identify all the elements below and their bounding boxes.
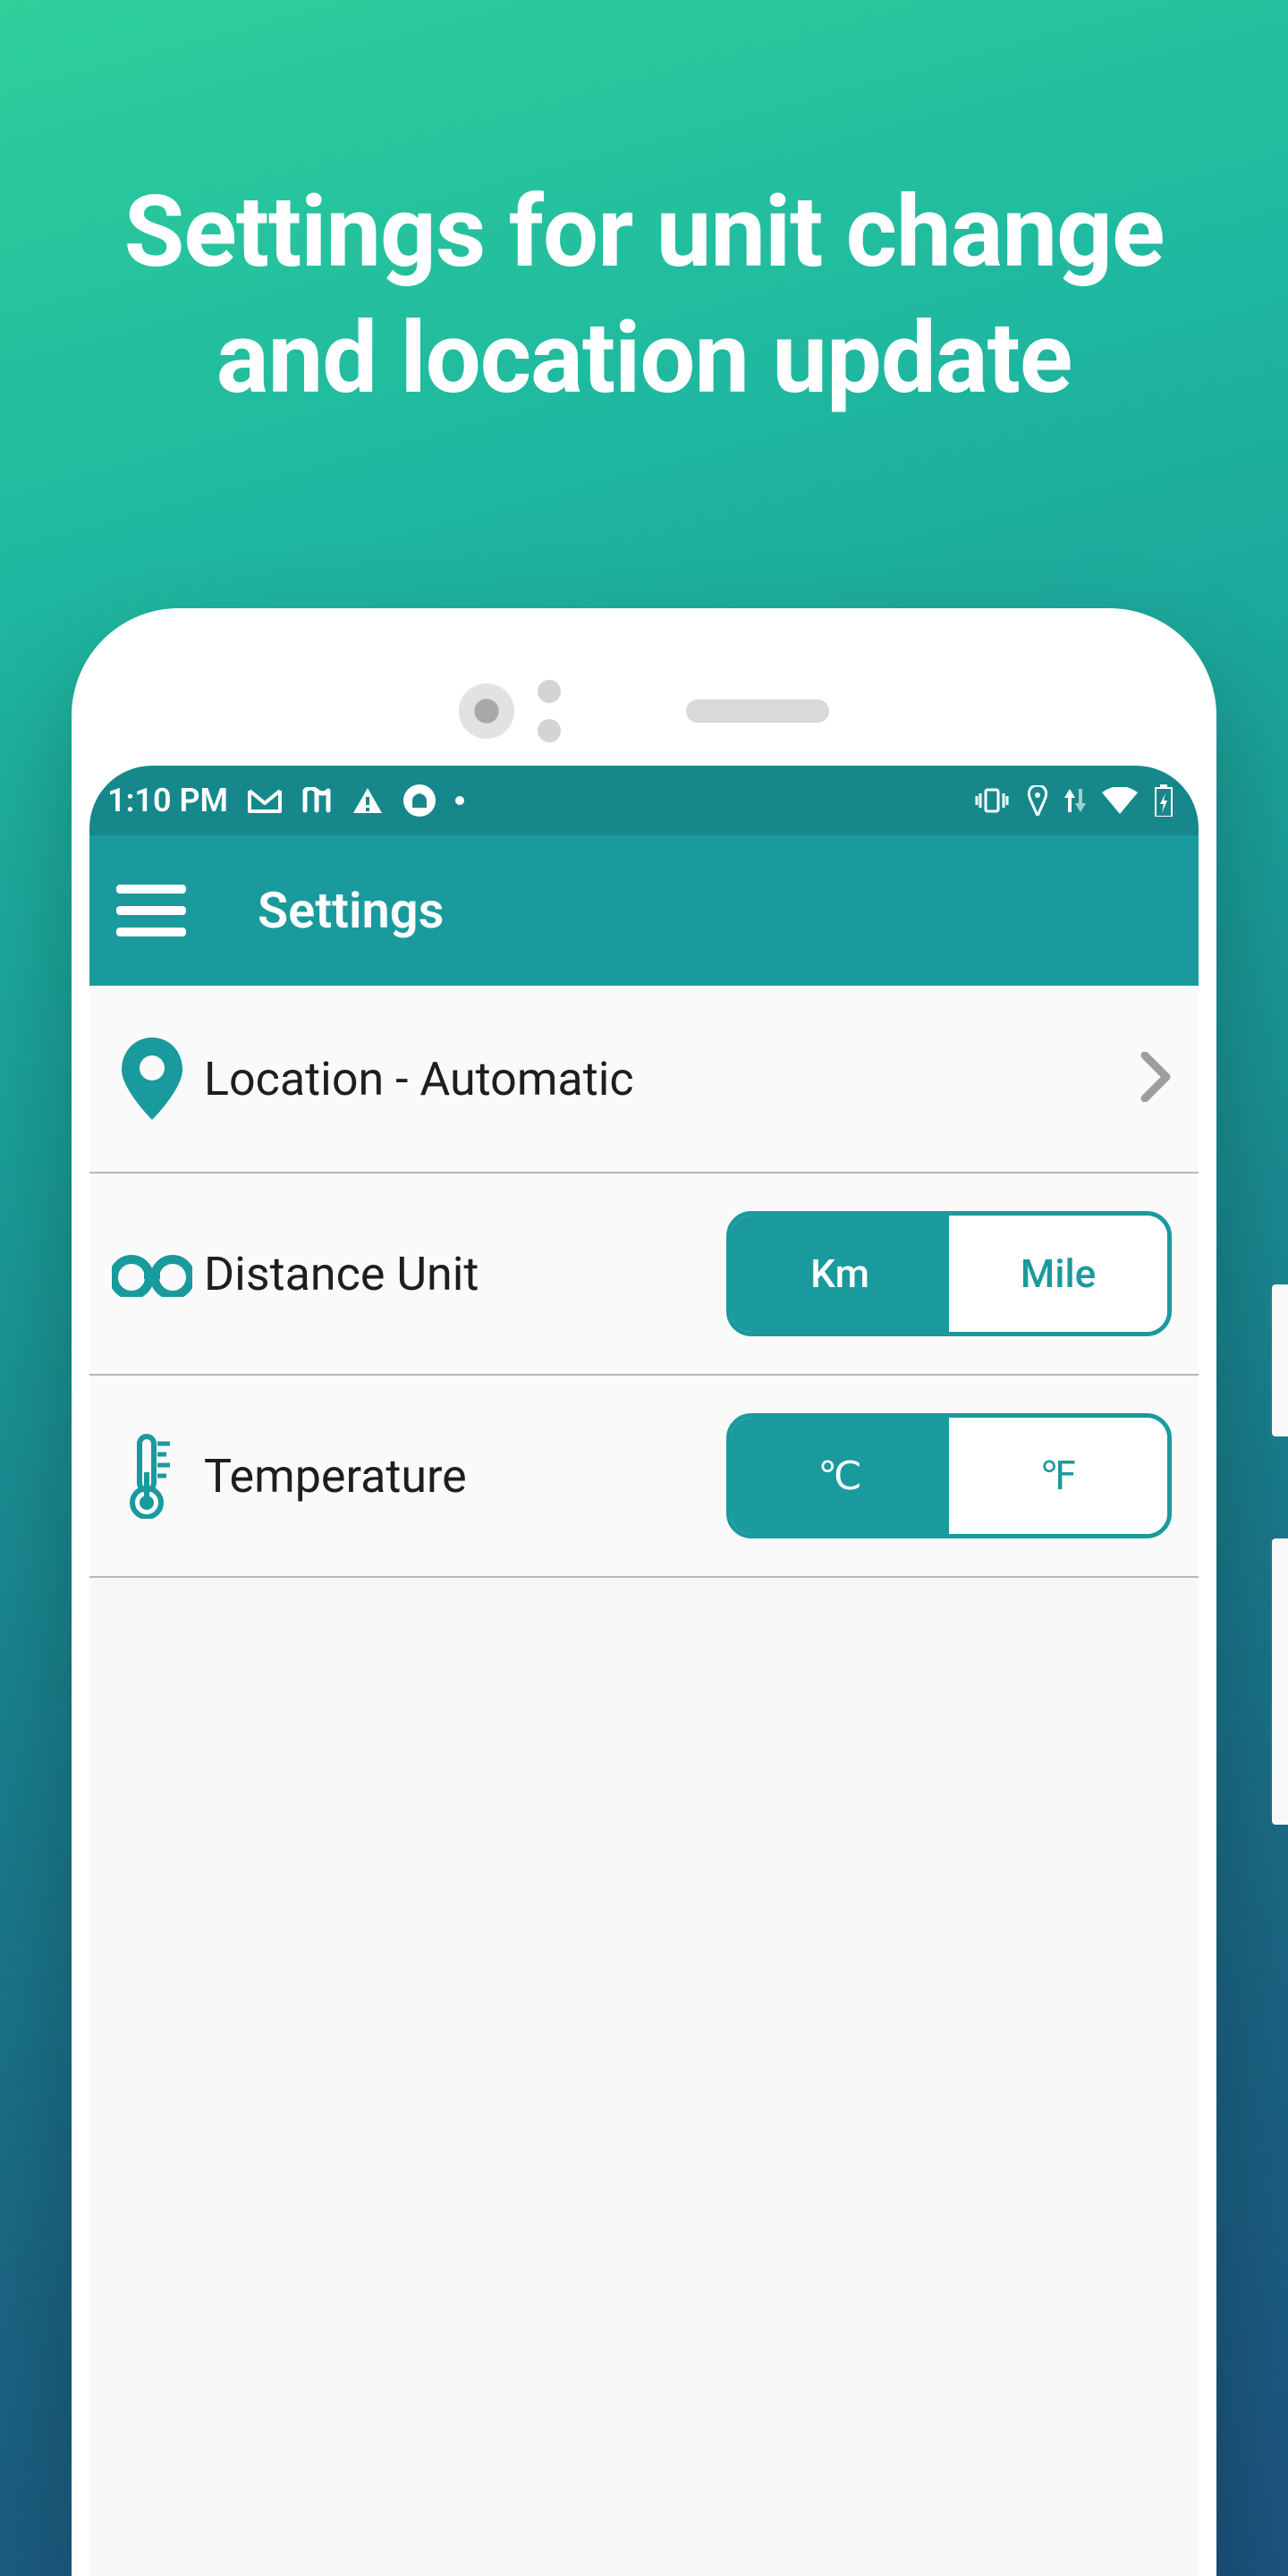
battery-charging-icon xyxy=(1154,784,1174,817)
temperature-toggle: ℃ ℉ xyxy=(726,1413,1172,1538)
page-title: Settings xyxy=(258,881,444,940)
chevron-right-icon xyxy=(1140,1052,1172,1106)
status-left: 1:10 PM xyxy=(98,782,464,819)
distance-unit-row: Distance Unit Km Mile xyxy=(89,1174,1199,1376)
settings-list: Location - Automatic Distance Unit Km Mi… xyxy=(89,986,1199,1578)
distance-mile-option[interactable]: Mile xyxy=(949,1216,1167,1332)
temperature-celsius-option[interactable]: ℃ xyxy=(731,1418,949,1534)
device-speaker xyxy=(686,699,829,723)
device-button-notch xyxy=(1272,1538,1288,1825)
app-bar: Settings xyxy=(89,835,1199,986)
menu-button[interactable] xyxy=(116,885,186,936)
temperature-row: Temperature ℃ ℉ xyxy=(89,1376,1199,1578)
distance-unit-label: Distance Unit xyxy=(204,1247,479,1301)
device-button-notch xyxy=(1272,1284,1288,1436)
device-notch xyxy=(72,680,1216,742)
distance-km-option[interactable]: Km xyxy=(731,1216,949,1332)
binoculars-icon xyxy=(107,1250,197,1297)
promo-headline-line1: Settings for unit change xyxy=(54,170,1234,296)
screen: 1:10 PM xyxy=(89,766,1199,2576)
status-right xyxy=(973,784,1174,817)
status-time: 1:10 PM xyxy=(98,782,228,819)
promo-headline-line2: and location update xyxy=(54,296,1234,422)
gmail-icon xyxy=(248,787,282,814)
device-camera-cluster xyxy=(459,680,561,742)
promo-headline: Settings for unit change and location up… xyxy=(0,170,1288,422)
location-row[interactable]: Location - Automatic xyxy=(89,986,1199,1174)
dot-icon xyxy=(455,796,464,805)
device-camera xyxy=(459,683,514,739)
distance-unit-toggle: Km Mile xyxy=(726,1211,1172,1336)
device-sensor-dots xyxy=(538,680,561,742)
thermometer-icon xyxy=(107,1433,197,1519)
vibrate-icon xyxy=(973,786,1011,815)
warning-icon xyxy=(352,786,384,815)
device-frame: 1:10 PM xyxy=(72,608,1216,2576)
location-label: Location - Automatic xyxy=(204,1052,634,1106)
location-pin-icon xyxy=(107,1038,197,1120)
mosque-icon xyxy=(403,784,436,817)
music-icon xyxy=(301,787,332,814)
status-bar: 1:10 PM xyxy=(89,766,1199,835)
temperature-fahrenheit-option[interactable]: ℉ xyxy=(949,1418,1167,1534)
data-arrows-icon xyxy=(1064,787,1086,814)
temperature-label: Temperature xyxy=(204,1449,467,1504)
location-icon xyxy=(1027,785,1048,816)
promo-background: Settings for unit change and location up… xyxy=(0,0,1288,2576)
wifi-icon xyxy=(1102,787,1138,814)
